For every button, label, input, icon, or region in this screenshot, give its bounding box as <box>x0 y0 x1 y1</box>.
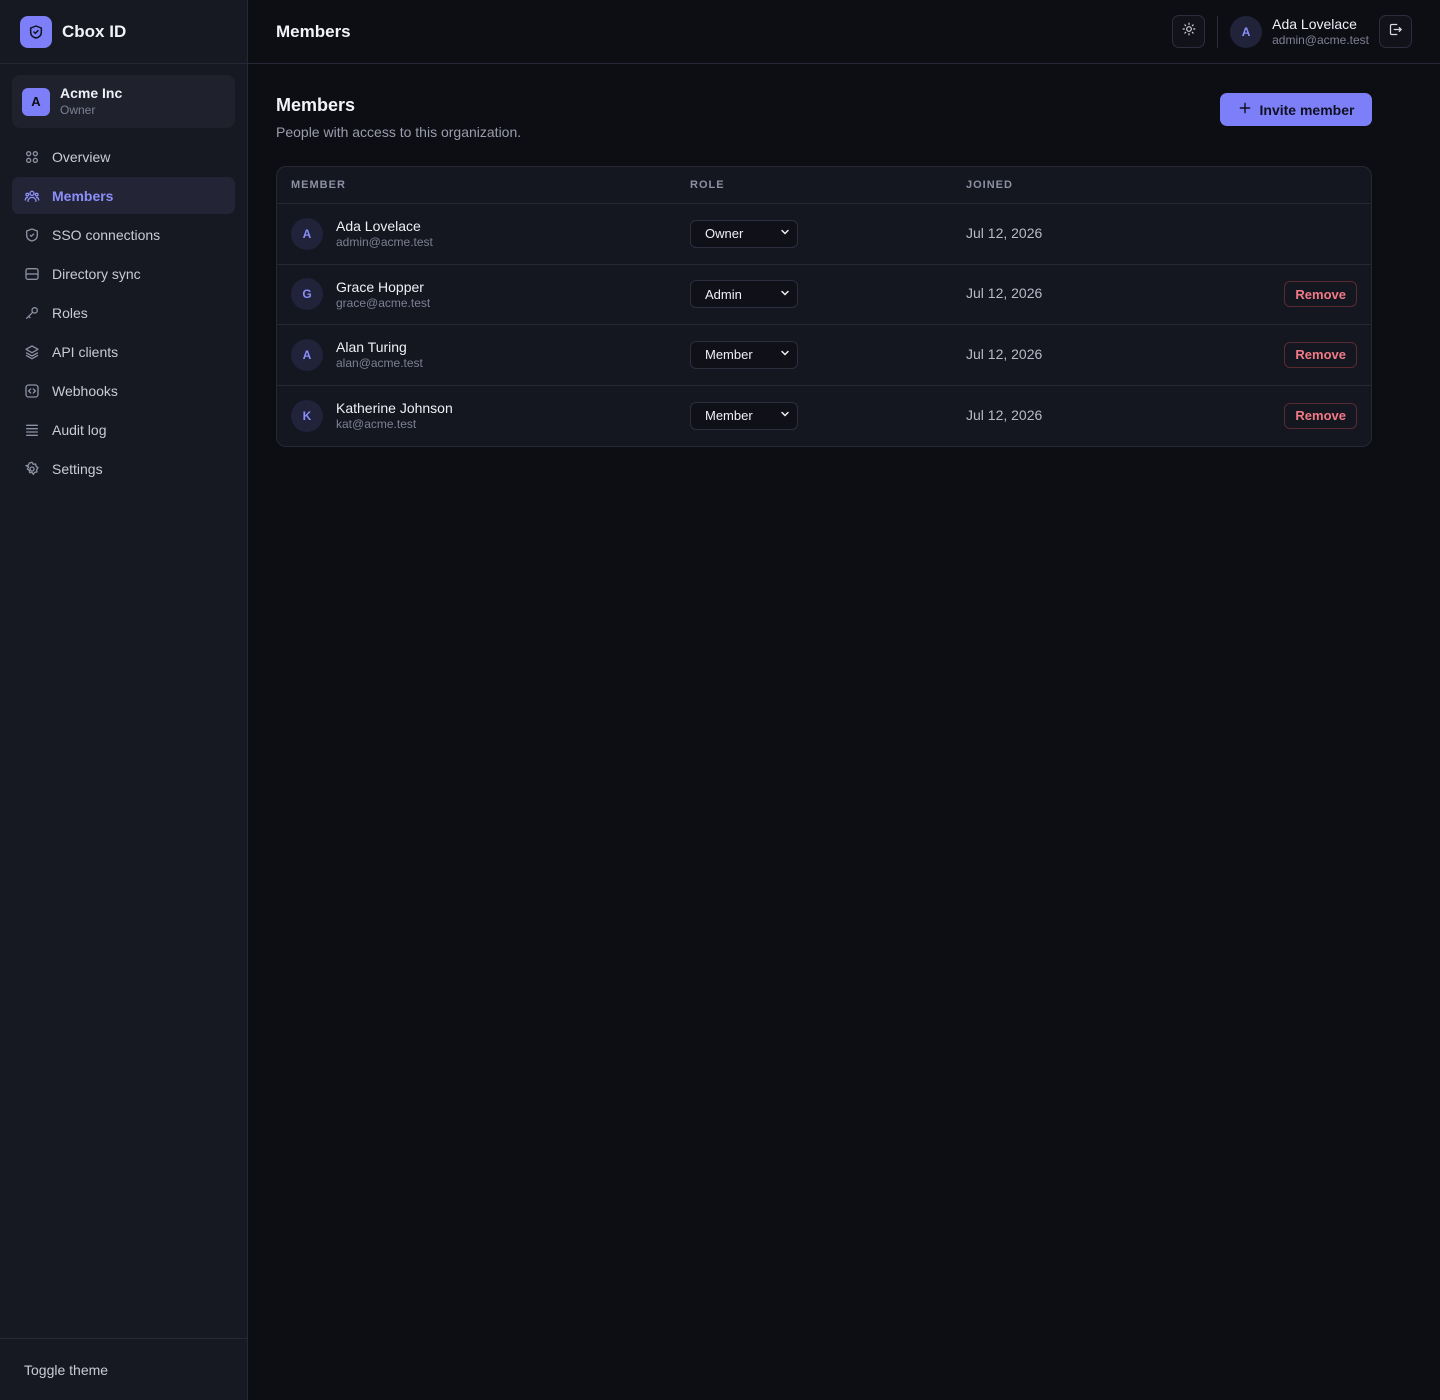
member-name: Ada Lovelace <box>336 218 421 235</box>
sidebar-item-label: API clients <box>52 343 119 360</box>
role-select[interactable]: Owner <box>690 219 798 248</box>
key-icon <box>24 305 40 321</box>
remove-member-button[interactable]: Remove <box>1284 341 1357 368</box>
table-row: A Alan Turing alan@acme.test Member Jul … <box>277 325 1371 386</box>
joined-date: Jul 12, 2026 <box>966 285 1043 302</box>
table-row: A Ada Lovelace admin@acme.test Owner Jul… <box>277 204 1371 265</box>
member-email: kat@acme.test <box>336 417 417 432</box>
invite-member-button[interactable]: Invite member <box>1220 93 1372 126</box>
main-content: Members People with access to this organ… <box>276 64 1372 447</box>
member-email: admin@acme.test <box>336 235 433 250</box>
invite-member-label: Invite member <box>1259 101 1355 118</box>
sidebar-item-members[interactable]: Members <box>12 177 235 214</box>
table-header: MEMBER ROLE JOINED <box>277 167 1371 204</box>
org-role: Owner <box>60 103 96 117</box>
role-select[interactable]: Member <box>690 340 798 369</box>
user-avatar[interactable]: A <box>1230 15 1263 48</box>
org-name: Acme Inc <box>60 85 123 101</box>
sun-icon <box>1182 22 1196 41</box>
theme-toggle-button[interactable] <box>1172 15 1206 48</box>
sidebar-item-directory-sync[interactable]: Directory sync <box>12 255 235 292</box>
topbar-divider <box>1217 15 1219 48</box>
user-name: Ada Lovelace <box>1272 15 1357 32</box>
sidebar-nav: Overview Members SSO connections Directo… <box>0 138 247 487</box>
member-avatar: A <box>291 217 323 250</box>
org-avatar: A <box>22 87 50 116</box>
member-name: Katherine Johnson <box>336 400 453 417</box>
sidebar-item-api-clients[interactable]: API clients <box>12 333 235 370</box>
shield-icon <box>24 227 40 243</box>
sidebar-item-label: Webhooks <box>52 382 118 399</box>
database-icon <box>24 266 40 282</box>
member-email: grace@acme.test <box>336 295 431 310</box>
role-select-value: Admin <box>705 286 742 302</box>
column-header-role: ROLE <box>690 179 725 191</box>
sidebar-item-roles[interactable]: Roles <box>12 294 235 331</box>
plus-icon <box>1238 101 1252 118</box>
column-header-joined: JOINED <box>966 179 1013 191</box>
table-row: K Katherine Johnson kat@acme.test Member… <box>277 386 1371 447</box>
sidebar-item-sso-connections[interactable]: SSO connections <box>12 216 235 253</box>
chevron-down-icon <box>779 408 791 423</box>
topbar: Members A Ada Lovelace admin@acme.test <box>248 0 1440 64</box>
sidebar-item-label: Roles <box>52 304 88 321</box>
joined-date: Jul 12, 2026 <box>966 406 1043 423</box>
role-select-value: Owner <box>705 226 744 242</box>
member-avatar: A <box>291 338 323 371</box>
sidebar-item-label: Settings <box>52 460 103 477</box>
role-select-value: Member <box>705 408 753 424</box>
sign-out-button[interactable] <box>1379 15 1412 48</box>
topbar-title: Members <box>276 21 351 41</box>
member-email: alan@acme.test <box>336 356 423 371</box>
user-email: admin@acme.test <box>1272 32 1369 47</box>
joined-date: Jul 12, 2026 <box>966 345 1043 362</box>
remove-member-button[interactable]: Remove <box>1284 402 1357 429</box>
sidebar-item-label: Directory sync <box>52 265 141 282</box>
sidebar: Cbox ID A Acme Inc Owner Overview Member… <box>0 0 248 1400</box>
role-select[interactable]: Member <box>690 401 798 430</box>
code-icon <box>24 383 40 399</box>
chevron-down-icon <box>779 226 791 241</box>
users-icon <box>24 188 40 204</box>
page-title: Members <box>276 95 356 115</box>
sidebar-item-label: Members <box>52 187 114 204</box>
column-header-member: MEMBER <box>291 179 346 191</box>
sidebar-item-webhooks[interactable]: Webhooks <box>12 372 235 409</box>
member-avatar: G <box>291 278 323 311</box>
gear-icon <box>24 461 40 477</box>
table-row: G Grace Hopper grace@acme.test Admin Jul… <box>277 265 1371 325</box>
shield-logo-icon <box>20 15 52 48</box>
role-select[interactable]: Admin <box>690 280 798 309</box>
list-icon <box>24 422 40 438</box>
member-name: Alan Turing <box>336 339 407 356</box>
sidebar-item-label: Audit log <box>52 421 107 438</box>
remove-member-button[interactable]: Remove <box>1284 281 1357 308</box>
member-avatar: K <box>291 399 323 432</box>
sidebar-item-audit-log[interactable]: Audit log <box>12 411 235 448</box>
grid-icon <box>24 149 40 165</box>
chevron-down-icon <box>779 287 791 302</box>
role-select-value: Member <box>705 347 753 363</box>
brand-name: Cbox ID <box>62 21 127 41</box>
sidebar-item-overview[interactable]: Overview <box>12 138 235 175</box>
page-subtitle: People with access to this organization. <box>276 124 522 140</box>
sign-out-icon <box>1388 22 1403 42</box>
layers-icon <box>24 344 40 360</box>
joined-date: Jul 12, 2026 <box>966 224 1043 241</box>
sidebar-item-label: SSO connections <box>52 226 161 243</box>
org-switcher[interactable]: A Acme Inc Owner <box>12 75 235 128</box>
sidebar-item-label: Overview <box>52 148 111 165</box>
chevron-down-icon <box>779 347 791 362</box>
members-table: MEMBER ROLE JOINED A Ada Lovelace admin@… <box>276 166 1372 447</box>
toggle-theme-button[interactable]: Toggle theme <box>0 1338 247 1400</box>
brand[interactable]: Cbox ID <box>0 0 247 64</box>
sidebar-item-settings[interactable]: Settings <box>12 450 235 487</box>
member-name: Grace Hopper <box>336 278 424 295</box>
